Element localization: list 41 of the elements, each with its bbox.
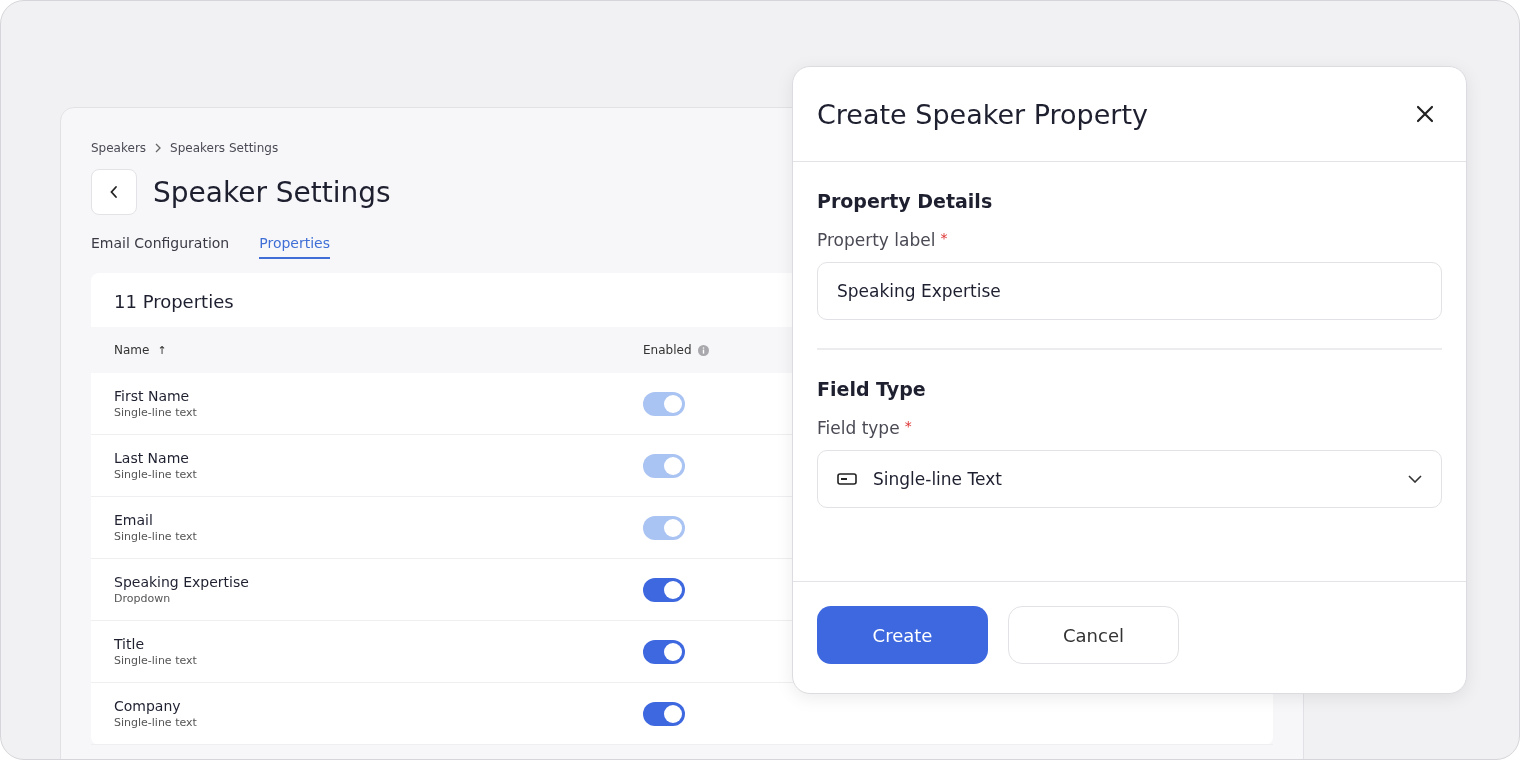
sort-arrow[interactable]: ↑ <box>157 343 167 357</box>
page-title: Speaker Settings <box>153 175 391 209</box>
info-icon[interactable] <box>697 344 709 356</box>
required-mark: * <box>904 418 912 436</box>
breadcrumb-link[interactable]: Speakers Settings <box>170 141 279 155</box>
column-header[interactable]: Name <box>114 343 150 357</box>
chevron-left-icon <box>109 184 119 200</box>
field-label: Property label <box>817 230 936 250</box>
toggle-switch[interactable] <box>643 639 685 664</box>
chevron-down-icon <box>1408 475 1422 483</box>
field-label: Field type <box>817 418 900 438</box>
property-type: Single-line text <box>114 654 197 667</box>
column-header: Enabled <box>643 343 692 357</box>
toggle-switch[interactable] <box>643 701 685 726</box>
required-mark: * <box>940 230 948 248</box>
chevron-right-icon <box>154 143 163 153</box>
tab[interactable]: Email Configuration <box>91 235 230 259</box>
tab[interactable]: Properties <box>259 235 330 259</box>
dialog-title: Create Speaker Property <box>817 98 1148 130</box>
property-name: Speaking Expertise <box>114 574 249 590</box>
table-title: 11 Properties <box>114 291 234 312</box>
property-name: Last Name <box>114 450 189 466</box>
property-name: Company <box>114 698 181 714</box>
text-field-icon <box>837 473 857 485</box>
create-button[interactable]: Create <box>817 606 988 664</box>
property-type: Single-line text <box>114 716 197 729</box>
section-heading: Property Details <box>817 190 994 212</box>
property-type: Dropdown <box>114 592 171 605</box>
property-name: Email <box>114 512 153 528</box>
property-name: First Name <box>114 388 190 404</box>
cancel-button[interactable]: Cancel <box>1008 606 1179 664</box>
input-field[interactable]: Speaking Expertise <box>817 262 1442 320</box>
breadcrumb-link[interactable]: Speakers <box>91 141 147 155</box>
back-button[interactable] <box>91 169 137 215</box>
property-type: Single-line text <box>114 530 197 543</box>
toggle-switch[interactable] <box>643 577 685 602</box>
section-heading: Field Type <box>817 378 927 400</box>
property-name: Title <box>114 636 144 652</box>
select-field[interactable]: Single-line Text <box>817 450 1442 508</box>
property-type: Single-line text <box>114 468 197 481</box>
property-type: Single-line text <box>114 406 197 419</box>
